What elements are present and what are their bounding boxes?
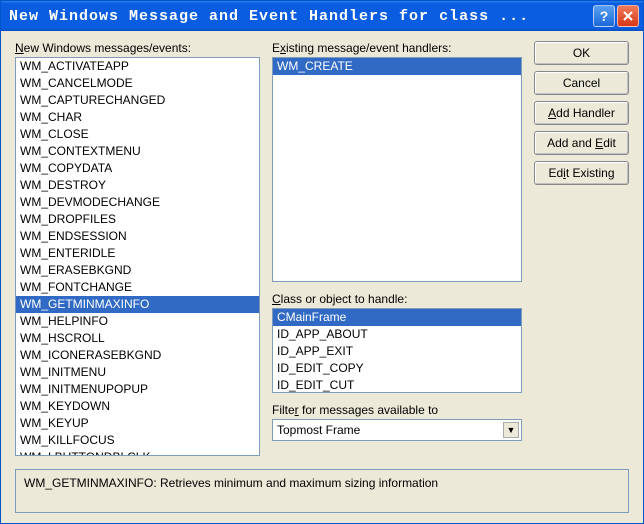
edit-existing-button[interactable]: Edit Existing	[534, 161, 629, 185]
list-item[interactable]: WM_ACTIVATEAPP	[16, 58, 259, 75]
help-button[interactable]: ?	[593, 5, 615, 27]
list-item[interactable]: ID_EDIT_COPY	[273, 360, 521, 377]
list-item[interactable]: WM_LBUTTONDBLCLK	[16, 449, 259, 456]
list-item[interactable]: WM_GETMINMAXINFO	[16, 296, 259, 313]
filter-label: Filter for messages available to	[272, 403, 522, 417]
class-list[interactable]: CMainFrameID_APP_ABOUTID_APP_EXITID_EDIT…	[272, 308, 522, 393]
list-item[interactable]: WM_KEYUP	[16, 415, 259, 432]
close-icon	[623, 11, 633, 21]
list-item[interactable]: ID_APP_EXIT	[273, 343, 521, 360]
close-button[interactable]	[617, 5, 639, 27]
list-item[interactable]: WM_INITMENU	[16, 364, 259, 381]
list-item[interactable]: WM_DEVMODECHANGE	[16, 194, 259, 211]
list-item[interactable]: WM_ENDSESSION	[16, 228, 259, 245]
filter-value: Topmost Frame	[277, 423, 360, 437]
list-item[interactable]: WM_CONTEXTMENU	[16, 143, 259, 160]
list-item[interactable]: WM_ENTERIDLE	[16, 245, 259, 262]
list-item[interactable]: WM_INITMENUPOPUP	[16, 381, 259, 398]
list-item[interactable]: WM_HSCROLL	[16, 330, 259, 347]
list-item[interactable]: WM_DROPFILES	[16, 211, 259, 228]
list-item[interactable]: WM_CHAR	[16, 109, 259, 126]
cancel-button[interactable]: Cancel	[534, 71, 629, 95]
list-item[interactable]: ID_APP_ABOUT	[273, 326, 521, 343]
list-item[interactable]: WM_CREATE	[273, 58, 521, 75]
list-item[interactable]: WM_ERASEBKGND	[16, 262, 259, 279]
list-item[interactable]: CMainFrame	[273, 309, 521, 326]
dialog-window: New Windows Message and Event Handlers f…	[0, 0, 644, 524]
content-area: New Windows messages/events: WM_ACTIVATE…	[1, 31, 643, 461]
new-messages-label: New Windows messages/events:	[15, 41, 260, 55]
list-item[interactable]: WM_HELPINFO	[16, 313, 259, 330]
filter-select[interactable]: Topmost Frame ▼	[272, 419, 522, 441]
list-item[interactable]: ID_EDIT_CUT	[273, 377, 521, 393]
list-item[interactable]: WM_DESTROY	[16, 177, 259, 194]
add-handler-button[interactable]: Add Handler	[534, 101, 629, 125]
add-and-edit-button[interactable]: Add and Edit	[534, 131, 629, 155]
titlebar: New Windows Message and Event Handlers f…	[1, 1, 643, 31]
status-description: WM_GETMINMAXINFO: Retrieves minimum and …	[15, 469, 629, 513]
list-item[interactable]: WM_CAPTURECHANGED	[16, 92, 259, 109]
chevron-down-icon: ▼	[503, 422, 519, 438]
ok-button[interactable]: OK	[534, 41, 629, 65]
existing-handlers-label: Existing message/event handlers:	[272, 41, 522, 55]
list-item[interactable]: WM_CLOSE	[16, 126, 259, 143]
new-messages-list[interactable]: WM_ACTIVATEAPPWM_CANCELMODEWM_CAPTURECHA…	[15, 57, 260, 456]
list-item[interactable]: WM_KEYDOWN	[16, 398, 259, 415]
list-item[interactable]: WM_ICONERASEBKGND	[16, 347, 259, 364]
list-item[interactable]: WM_FONTCHANGE	[16, 279, 259, 296]
list-item[interactable]: WM_KILLFOCUS	[16, 432, 259, 449]
window-title: New Windows Message and Event Handlers f…	[9, 8, 591, 25]
existing-handlers-list[interactable]: WM_CREATE	[272, 57, 522, 282]
class-list-label: Class or object to handle:	[272, 292, 522, 306]
list-item[interactable]: WM_COPYDATA	[16, 160, 259, 177]
list-item[interactable]: WM_CANCELMODE	[16, 75, 259, 92]
